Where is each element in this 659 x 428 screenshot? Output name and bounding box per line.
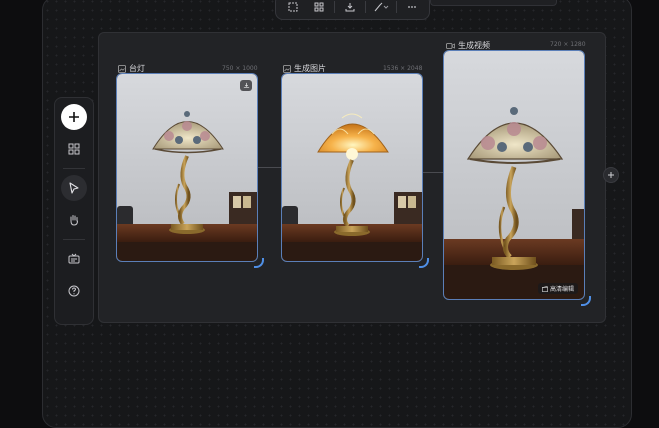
cursor-icon <box>69 182 79 194</box>
card-dimensions: 1536 × 2048 <box>383 65 423 72</box>
image-icon <box>118 64 126 73</box>
grid-icon <box>68 143 80 155</box>
image-icon <box>283 64 291 73</box>
node-connector <box>258 167 281 168</box>
select-tool-button[interactable] <box>61 175 87 201</box>
add-button[interactable] <box>61 104 87 130</box>
card-dimensions: 750 × 1000 <box>222 65 258 72</box>
clapper-icon <box>541 285 548 292</box>
download-icon <box>243 82 249 89</box>
toolbar-divider <box>365 1 366 13</box>
toolbar-divider <box>396 1 397 13</box>
add-node-button[interactable] <box>603 167 619 183</box>
plus-icon <box>608 172 614 178</box>
video-icon <box>446 42 455 49</box>
download-icon[interactable] <box>339 0 361 16</box>
frame-icon <box>68 253 80 264</box>
node-connector <box>423 172 443 173</box>
sidebar-divider <box>63 239 85 240</box>
lit-lamp-photo <box>282 74 422 261</box>
hand-tool-button[interactable] <box>61 207 87 233</box>
hd-edit-button[interactable]: 高清编辑 <box>537 283 578 294</box>
more-icon[interactable] <box>401 0 423 16</box>
tool-sidebar <box>54 97 94 325</box>
lamp-video-frame <box>444 51 584 299</box>
plus-icon <box>69 112 79 122</box>
brush-icon[interactable] <box>370 0 392 16</box>
grid-icon[interactable] <box>308 0 330 16</box>
hd-edit-label: 高清编辑 <box>549 286 574 293</box>
sidebar-divider <box>63 168 85 169</box>
video-card-generated[interactable]: 高清编辑 <box>443 50 585 300</box>
top-right-panel <box>430 0 557 6</box>
hand-icon <box>70 215 78 226</box>
image-toolbar <box>275 0 430 20</box>
card-dimensions: 720 × 1280 <box>550 41 586 48</box>
crop-icon[interactable] <box>282 0 304 16</box>
lamp-photo <box>117 74 257 261</box>
grid-view-button[interactable] <box>61 136 87 162</box>
frame-tool-button[interactable] <box>61 246 87 272</box>
download-button[interactable] <box>240 80 252 91</box>
image-card-generated[interactable] <box>281 73 423 262</box>
image-card-original[interactable] <box>116 73 258 262</box>
toolbar-divider <box>334 1 335 13</box>
help-button[interactable] <box>61 278 87 304</box>
help-icon <box>68 285 80 297</box>
